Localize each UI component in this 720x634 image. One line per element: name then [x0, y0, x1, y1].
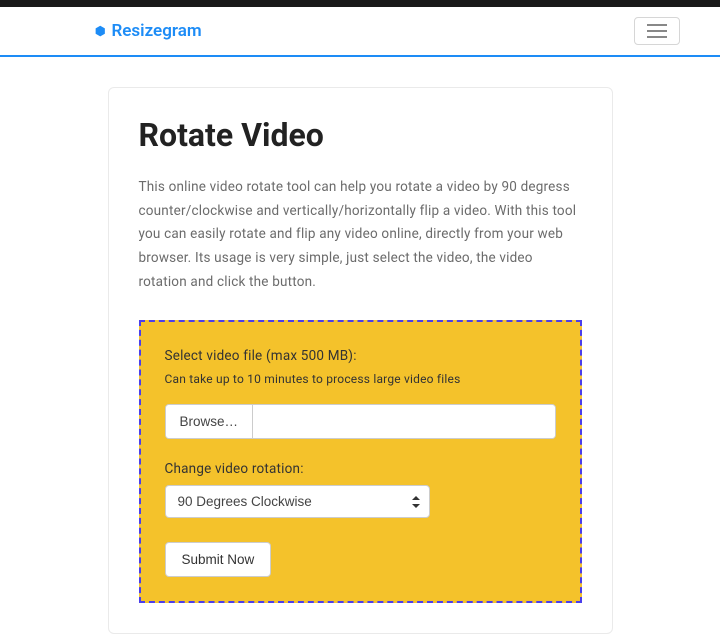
- page-description: This online video rotate tool can help y…: [139, 176, 582, 294]
- hamburger-icon: [647, 24, 667, 26]
- nav-toggler[interactable]: [634, 17, 680, 45]
- file-display: [253, 405, 554, 438]
- hamburger-icon: [647, 30, 667, 32]
- main-card: Rotate Video This online video rotate to…: [108, 87, 613, 634]
- form-box: Select video file (max 500 MB): Can take…: [139, 320, 582, 603]
- hamburger-icon: [647, 36, 667, 38]
- navbar: ⬢ Resizegram: [0, 7, 720, 57]
- brand-text: Resizegram: [111, 21, 201, 41]
- rotation-select[interactable]: 90 Degrees Clockwise: [165, 485, 430, 518]
- browse-button[interactable]: Browse…: [166, 405, 254, 438]
- top-bar: [0, 0, 720, 7]
- brand-link[interactable]: ⬢ Resizegram: [95, 21, 202, 41]
- rotation-label: Change video rotation:: [165, 461, 556, 477]
- brand-icon: ⬢: [95, 24, 105, 38]
- page-title: Rotate Video: [139, 116, 582, 154]
- file-note: Can take up to 10 minutes to process lar…: [165, 372, 556, 386]
- content-wrap: Rotate Video This online video rotate to…: [0, 57, 720, 634]
- file-input[interactable]: Browse…: [165, 404, 556, 439]
- submit-button[interactable]: Submit Now: [165, 542, 272, 577]
- file-label: Select video file (max 500 MB):: [165, 348, 556, 364]
- rotation-select-wrap: 90 Degrees Clockwise: [165, 485, 430, 518]
